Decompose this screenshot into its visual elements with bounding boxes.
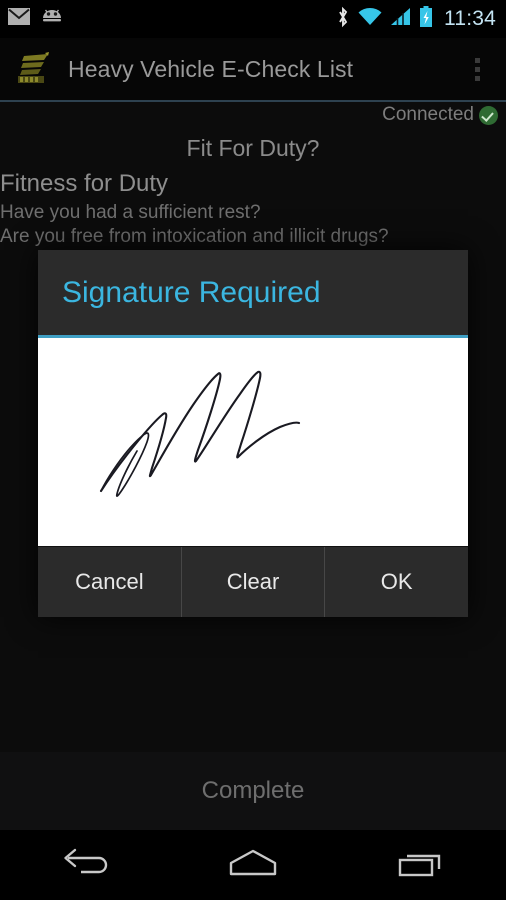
cancel-button-label: Cancel bbox=[75, 569, 144, 594]
status-bar-clock: 11:34 bbox=[444, 7, 496, 30]
check-circle-icon bbox=[479, 105, 498, 125]
back-arrow-icon bbox=[59, 847, 109, 884]
nav-back-button[interactable] bbox=[0, 830, 169, 900]
android-navigation-bar bbox=[0, 830, 506, 900]
signature-pad[interactable] bbox=[38, 338, 468, 546]
ok-button-label: OK bbox=[380, 569, 413, 594]
dialog-title: Signature Required bbox=[62, 275, 321, 309]
overflow-dot-2 bbox=[474, 66, 480, 72]
nav-recents-button[interactable] bbox=[337, 830, 506, 900]
signature-dialog: Signature Required Cancel Clear OK bbox=[38, 250, 469, 617]
home-icon bbox=[226, 847, 280, 884]
phone-screen: 11:34 Heavy Vehicle E-Check List Connect… bbox=[0, 0, 506, 900]
app-logo-icon bbox=[14, 50, 56, 88]
dialog-button-bar: Cancel Clear OK bbox=[38, 546, 469, 617]
overflow-dot-3 bbox=[474, 75, 480, 81]
dialog-header: Signature Required bbox=[38, 250, 468, 338]
complete-button-label: Complete bbox=[201, 777, 305, 804]
question-text: Have you had a sufficient rest? bbox=[0, 202, 261, 223]
mail-icon bbox=[8, 8, 30, 30]
clear-button-label: Clear bbox=[226, 569, 280, 594]
signature-ink bbox=[99, 370, 301, 497]
cellular-signal-icon bbox=[390, 7, 412, 32]
wifi-icon bbox=[357, 7, 383, 32]
complete-button[interactable]: Complete bbox=[0, 752, 506, 830]
overflow-menu-icon[interactable] bbox=[464, 47, 490, 91]
android-robot-icon bbox=[40, 8, 64, 31]
page-title: Fit For Duty? bbox=[186, 135, 320, 161]
app-title: Heavy Vehicle E-Check List bbox=[68, 55, 354, 82]
cancel-button[interactable]: Cancel bbox=[38, 547, 181, 617]
battery-charging-icon bbox=[419, 5, 433, 33]
status-bar: 11:34 bbox=[0, 0, 506, 38]
nav-home-button[interactable] bbox=[169, 830, 338, 900]
connection-status: Connected bbox=[382, 104, 498, 126]
group-title: Fitness for Duty bbox=[0, 170, 169, 197]
bluetooth-icon bbox=[336, 6, 350, 33]
question-text: Are you free from intoxication and illic… bbox=[0, 226, 389, 247]
action-bar: Heavy Vehicle E-Check List bbox=[0, 38, 506, 100]
recents-icon bbox=[396, 847, 448, 884]
clear-button[interactable]: Clear bbox=[180, 547, 325, 617]
connection-status-label: Connected bbox=[382, 104, 474, 125]
status-bar-system-icons: 11:34 bbox=[336, 5, 496, 33]
overflow-dot-1 bbox=[474, 57, 480, 63]
status-bar-notifications bbox=[8, 8, 64, 31]
ok-button[interactable]: OK bbox=[324, 547, 469, 617]
